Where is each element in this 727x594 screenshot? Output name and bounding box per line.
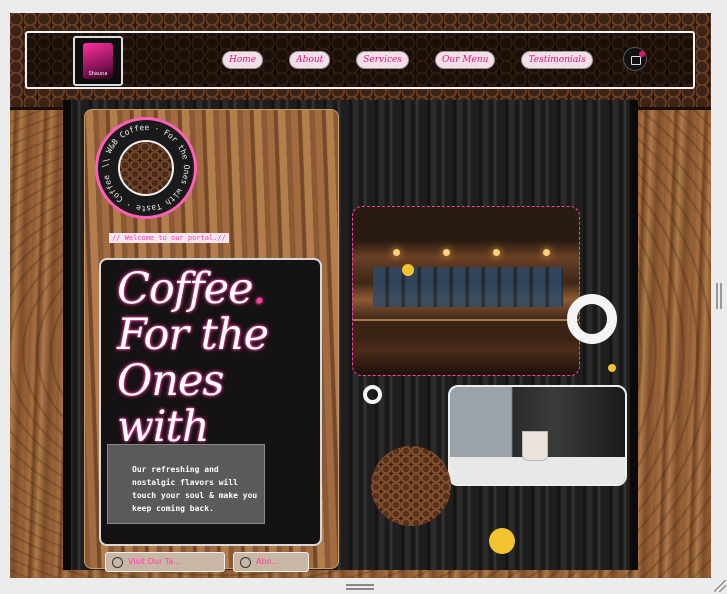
nav-testimonials-link[interactable]: Testimonials bbox=[521, 51, 593, 69]
lamp-1 bbox=[393, 249, 400, 256]
decor-ring-small bbox=[363, 385, 382, 404]
brand-badge: \\ W&B Coffee · For the Ones with Taste … bbox=[95, 117, 197, 219]
cup-shape bbox=[522, 431, 548, 461]
nav-menu-link[interactable]: Our Menu bbox=[434, 51, 496, 69]
info-icon bbox=[240, 557, 251, 568]
coffee-icon bbox=[112, 557, 123, 568]
about-button[interactable]: Abo... bbox=[233, 552, 309, 572]
nav-services-link[interactable]: Services bbox=[356, 51, 409, 69]
lamp-4 bbox=[543, 249, 550, 256]
resize-handle-icon[interactable] bbox=[346, 584, 374, 590]
lamp-2 bbox=[443, 249, 450, 256]
logo-text: Shauna bbox=[88, 71, 108, 77]
visit-button[interactable]: Visit Our Ta... bbox=[105, 552, 225, 572]
visit-button-label: Visit Our Ta... bbox=[128, 557, 181, 566]
headline-dot: . bbox=[252, 264, 267, 314]
welcome-label: // Welcome to our portal.// bbox=[109, 233, 229, 243]
bag-shape bbox=[631, 56, 641, 65]
beans-circle-image bbox=[371, 446, 451, 526]
tagline-box: Our refreshing and nostalgic flavors wil… bbox=[107, 444, 265, 524]
badge-ring-text: \\ W&B Coffee · For the Ones with Taste … bbox=[98, 120, 191, 213]
lamp-3 bbox=[493, 249, 500, 256]
decor-dot-yellow-small bbox=[608, 364, 616, 372]
cafe-windows bbox=[373, 267, 563, 307]
nav-bar: Shauna Home About Services Our Menu Test… bbox=[25, 31, 695, 89]
hero-tagline: Our refreshing and nostalgic flavors wil… bbox=[132, 465, 258, 513]
shopping-bag-icon[interactable] bbox=[623, 47, 647, 71]
decor-dot-yellow-large bbox=[489, 528, 515, 554]
cafe-interior-image bbox=[352, 206, 580, 376]
panel-edge-left bbox=[63, 100, 71, 570]
scrollbar-handle[interactable] bbox=[716, 283, 722, 309]
headline-card: Coffee. For the Ones with Taste. Our ref… bbox=[99, 258, 322, 546]
corner-resize-icon[interactable] bbox=[714, 580, 726, 592]
cafe-bar-counter bbox=[353, 319, 579, 341]
decor-ring-large bbox=[567, 294, 617, 344]
svg-text:\\ W&B Coffee · For the Ones w: \\ W&B Coffee · For the Ones with Taste … bbox=[98, 120, 191, 213]
nav-home-link[interactable]: Home bbox=[222, 51, 264, 69]
headline-word: Coffee bbox=[117, 264, 254, 314]
nav-about-link[interactable]: About bbox=[289, 51, 331, 69]
main-menu: Home About Services Our Menu Testimonial… bbox=[222, 51, 619, 69]
logo-mark: Shauna bbox=[83, 43, 113, 79]
about-button-label: Abo... bbox=[256, 557, 279, 566]
decor-dot-yellow bbox=[402, 264, 414, 276]
panel-edge-right bbox=[630, 100, 638, 570]
header-beans-banner: Shauna Home About Services Our Menu Test… bbox=[10, 13, 711, 110]
coffee-cup-image bbox=[448, 385, 627, 486]
cup-table bbox=[450, 457, 625, 484]
brand-logo[interactable]: Shauna bbox=[73, 36, 123, 86]
